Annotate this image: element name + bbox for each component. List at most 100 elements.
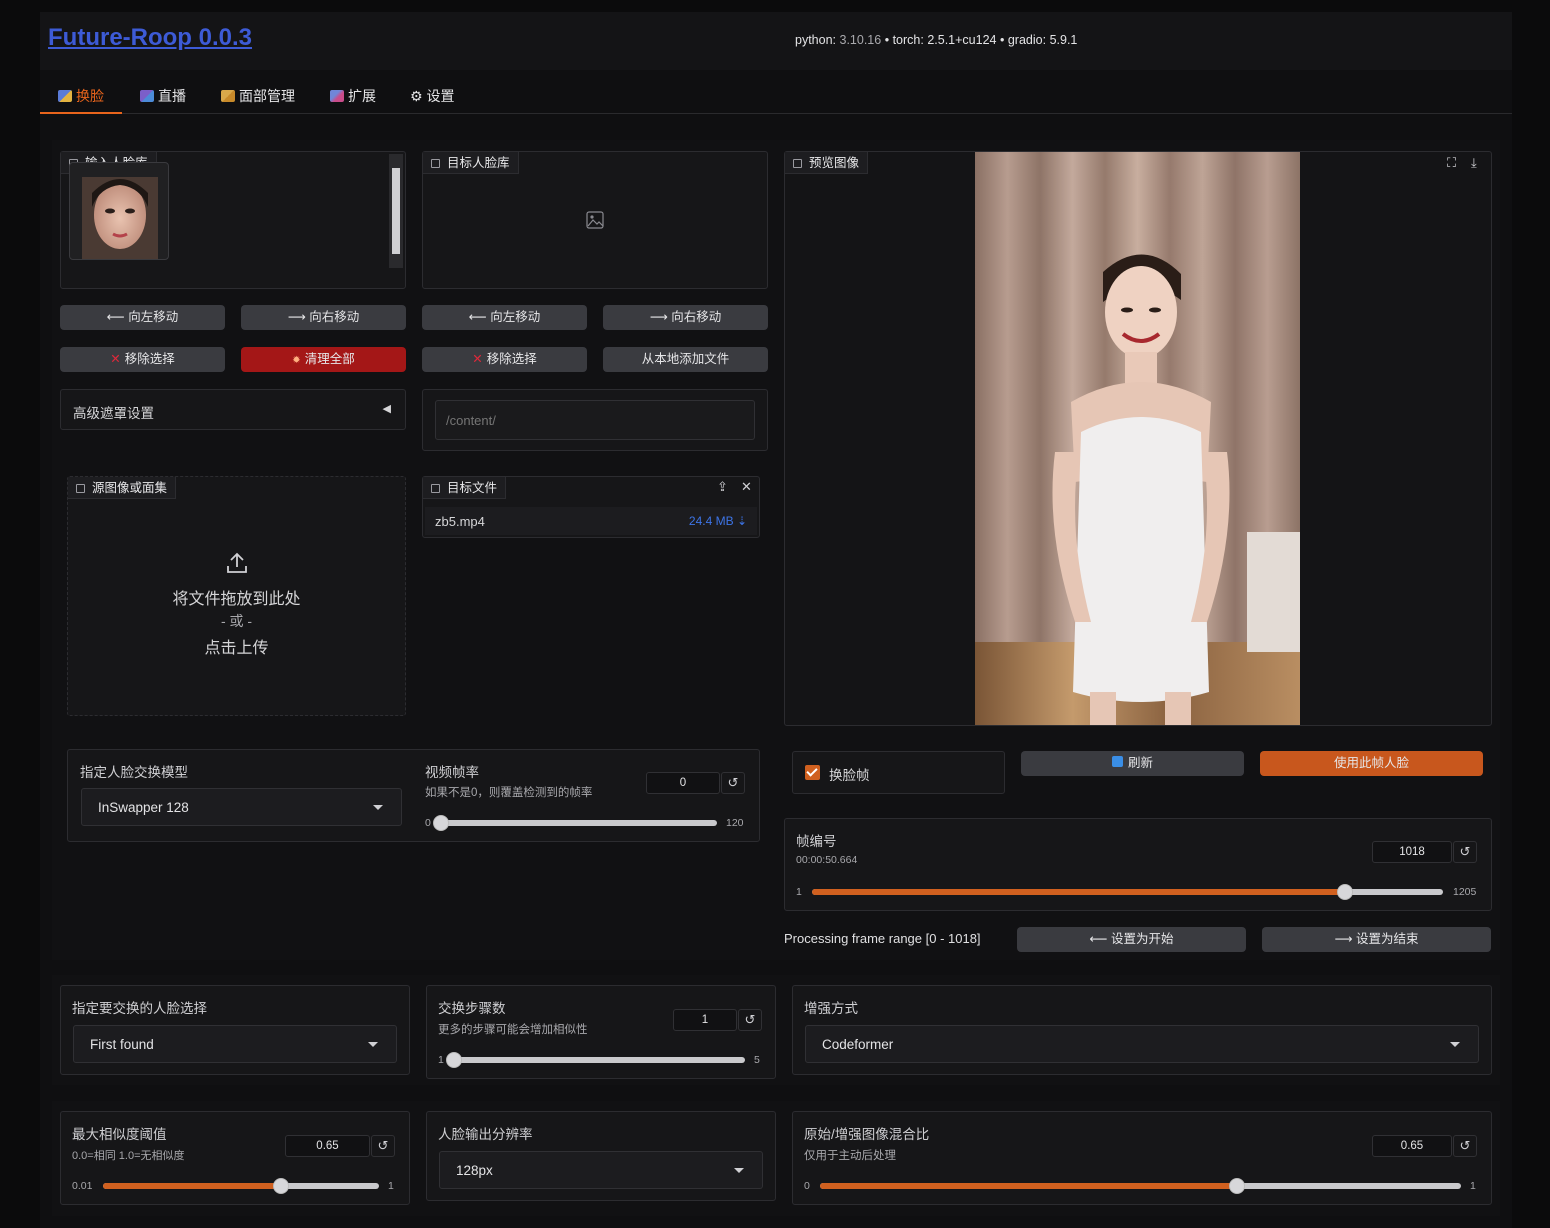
preview-image-panel: 预览图像 ⛶ ⤓ — [784, 151, 1492, 726]
swap-steps-slider[interactable] — [446, 1052, 745, 1068]
close-icon[interactable]: ✕ — [741, 479, 752, 495]
image-icon — [431, 159, 440, 168]
blend-ratio-slider[interactable] — [820, 1178, 1461, 1194]
tab-label: ⚙ 设置 — [410, 88, 455, 104]
add-local-file-button[interactable]: 从本地添加文件 — [603, 347, 768, 372]
video-fps-slider[interactable] — [433, 815, 717, 831]
drop-text: 将文件拖放到此处 — [172, 591, 301, 608]
reset-icon[interactable]: ↺ — [1453, 841, 1477, 863]
blend-ratio-label: 原始/增强图像混合比 — [804, 1127, 930, 1142]
frame-number-slider[interactable] — [812, 884, 1443, 900]
extensions-icon — [330, 90, 344, 102]
video-fps-info: 如果不是0，则覆盖检测到的帧率 — [425, 787, 593, 799]
input-clear-all-button[interactable]: ✹ 清理全部 — [241, 347, 406, 372]
enhancer-label: 增强方式 — [804, 1001, 858, 1016]
set-start-button[interactable]: ⟵ 设置为开始 — [1017, 927, 1246, 952]
slider-fill — [103, 1183, 282, 1189]
set-end-button[interactable]: ⟶ 设置为结束 — [1262, 927, 1491, 952]
faceswap-icon — [58, 90, 72, 102]
refresh-button[interactable]: 刷新 — [1021, 751, 1244, 776]
scrollbar-thumb[interactable] — [392, 168, 400, 254]
reset-icon[interactable]: ↺ — [738, 1009, 762, 1031]
upload-icon — [227, 552, 247, 573]
file-size-download-link[interactable]: 24.4 MB ⇣ — [689, 514, 747, 528]
reset-icon[interactable]: ↺ — [721, 772, 745, 794]
tab-label: 扩展 — [348, 88, 376, 104]
slider-thumb[interactable] — [1228, 1178, 1245, 1194]
target-move-left-button[interactable]: ⟵ 向左移动 — [422, 305, 587, 330]
target-faces-label: 目标人脸库 — [423, 152, 519, 174]
dropdown-value: First found — [90, 1037, 154, 1052]
target-remove-selected-button[interactable]: ✕ 移除选择 — [422, 347, 587, 372]
preview-video-frame — [975, 152, 1300, 725]
fullscreen-icon[interactable]: ⛶ — [1447, 155, 1456, 171]
blend-ratio-input[interactable]: 0.65 — [1372, 1135, 1452, 1157]
face-swap-frame-checkbox-panel[interactable]: 换脸帧 — [792, 751, 1005, 794]
max-similarity-slider[interactable] — [103, 1178, 379, 1194]
file-row[interactable]: zb5.mp4 24.4 MB ⇣ — [425, 507, 757, 535]
mask-settings-accordion[interactable]: 高级遮罩设置 ◀ — [60, 389, 406, 430]
tab-settings[interactable]: ⚙ 设置 — [410, 86, 454, 114]
tab-live[interactable]: 直播 — [140, 86, 186, 114]
face-swap-frame-checkbox[interactable] — [805, 765, 820, 780]
dropdown-value: 128px — [456, 1163, 493, 1178]
file-icon — [76, 484, 85, 493]
enhancer-dropdown[interactable]: Codeformer — [805, 1025, 1479, 1063]
download-icon[interactable]: ⤓ — [1471, 155, 1477, 171]
reset-icon[interactable]: ↺ — [371, 1135, 395, 1157]
slider-thumb[interactable] — [433, 815, 449, 831]
max-similarity-input[interactable]: 0.65 — [285, 1135, 370, 1157]
image-icon — [793, 159, 802, 168]
or-text: - 或 - — [220, 613, 253, 629]
face-selection-label: 指定要交换的人脸选择 — [72, 1001, 207, 1016]
torch-label: torch: — [892, 33, 924, 47]
face-selection-dropdown[interactable]: First found — [73, 1025, 397, 1063]
gradio-label: gradio: — [1007, 33, 1047, 47]
slider-fill — [820, 1183, 1237, 1189]
input-remove-selected-button[interactable]: ✕ 移除选择 — [60, 347, 225, 372]
source-upload-label: 源图像或面集 — [68, 477, 177, 499]
swap-steps-info: 更多的步骤可能会增加相似性 — [438, 1024, 588, 1036]
clear-icon: ✹ — [292, 355, 301, 366]
source-upload-dropzone[interactable]: 源图像或面集 将文件拖放到此处 - 或 - 点击上传 — [67, 476, 406, 716]
input-faces-gallery[interactable]: 输入人脸库 — [60, 151, 406, 289]
python-label: python: — [795, 33, 837, 47]
slider-thumb[interactable] — [1336, 884, 1353, 900]
app-title-link[interactable]: Future-Roop 0.0.3 — [48, 24, 252, 52]
chevron-down-icon — [373, 805, 383, 810]
input-move-left-button[interactable]: ⟵ 向左移动 — [60, 305, 225, 330]
tab-faceswap[interactable]: 换脸 — [40, 86, 122, 114]
target-move-right-button[interactable]: ⟶ 向右移动 — [603, 305, 768, 330]
tab-extensions[interactable]: 扩展 — [330, 86, 376, 114]
tab-face-management[interactable]: 面部管理 — [221, 86, 295, 114]
output-resolution-dropdown[interactable]: 128px — [439, 1151, 763, 1189]
close-icon: ✕ — [110, 352, 121, 366]
path-input[interactable] — [435, 400, 755, 440]
tab-bar: 换脸 直播 面部管理 扩展 ⚙ 设置 — [40, 78, 1512, 114]
swap-steps-input[interactable]: 1 — [673, 1009, 737, 1031]
collapse-arrow-icon: ◀ — [382, 403, 391, 415]
processing-range-text: Processing frame range [0 - 1018] — [784, 931, 981, 946]
face-thumbnail[interactable] — [69, 162, 169, 260]
use-frame-face-button[interactable]: 使用此帧人脸 — [1260, 751, 1483, 776]
steps-min: 1 — [438, 1054, 444, 1066]
target-faces-gallery[interactable]: 目标人脸库 — [422, 151, 768, 289]
blend-min: 0 — [804, 1180, 810, 1192]
gradio-version: 5.9.1 — [1049, 33, 1078, 47]
button-label: 移除选择 — [124, 352, 175, 366]
target-file-label: 目标文件 — [423, 477, 507, 499]
frame-number-input[interactable]: 1018 — [1372, 841, 1452, 863]
slider-thumb[interactable] — [446, 1052, 462, 1068]
reset-icon[interactable]: ↺ — [1453, 1135, 1477, 1157]
input-move-right-button[interactable]: ⟶ 向右移动 — [241, 305, 406, 330]
preview-label: 预览图像 — [785, 152, 869, 174]
close-icon: ✕ — [472, 352, 483, 366]
image-placeholder-icon — [586, 211, 604, 229]
video-fps-number-input[interactable]: 0 — [646, 772, 720, 794]
upload-icon[interactable]: ⇪ — [717, 479, 728, 495]
max-similarity-info: 0.0=相同 1.0=无相似度 — [72, 1150, 185, 1162]
faces-icon — [221, 90, 235, 102]
swap-model-dropdown[interactable]: InSwapper 128 — [81, 788, 402, 826]
gallery-scrollbar[interactable] — [389, 154, 403, 268]
blend-max: 1 — [1470, 1180, 1476, 1192]
